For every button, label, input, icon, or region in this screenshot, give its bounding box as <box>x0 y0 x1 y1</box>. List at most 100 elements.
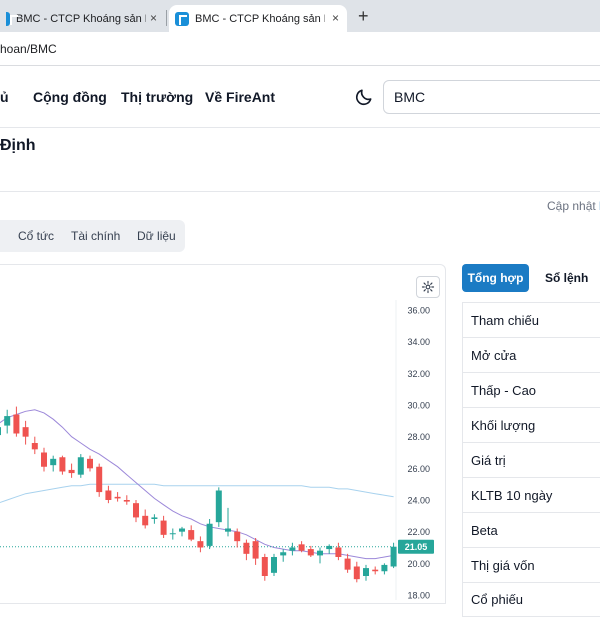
candle-body <box>114 496 121 499</box>
address-bar[interactable]: hoan/BMC <box>0 32 600 66</box>
updated-text: Cập nhật <box>547 199 596 213</box>
candle-body <box>50 458 57 466</box>
nav-item-community[interactable]: Cộng đồng <box>33 89 107 105</box>
gear-icon <box>421 280 435 294</box>
browser-tab-1[interactable]: BMC - CTCP Khoáng sản Bình Đ × <box>0 5 165 32</box>
y-tick-label: 34.00 <box>407 337 430 347</box>
candle-body <box>179 528 185 532</box>
divider <box>0 191 600 192</box>
candle-body <box>151 517 158 519</box>
stat-row-open: Mở cửa <box>462 337 600 372</box>
nav-item-home[interactable]: ủ <box>0 89 9 105</box>
y-tick-label: 24.00 <box>407 496 430 506</box>
candle-body <box>188 530 195 540</box>
y-tick-label: 26.00 <box>407 464 430 474</box>
stat-row-value: Giá trị <box>462 442 600 477</box>
candle-body <box>142 515 149 526</box>
browser-tab-2[interactable]: BMC - CTCP Khoáng sản Bình Đ × <box>169 5 347 32</box>
stat-row-reference: Tham chiếu <box>462 302 600 337</box>
y-tick-label: 18.00 <box>407 591 430 601</box>
search-box[interactable] <box>383 80 600 114</box>
candle-body <box>353 566 360 580</box>
candle-body <box>22 427 29 437</box>
updated-label: Cập nhật l <box>547 199 600 213</box>
candle-body <box>372 569 379 572</box>
subtabs-bar: Cổ tức Tài chính Dữ liệu <box>0 220 185 252</box>
y-tick-label: 20.00 <box>407 559 430 569</box>
stat-row-avg-volume: KLTB 10 ngày <box>462 477 600 512</box>
candle-body <box>96 466 103 493</box>
current-price-label: 21.05 <box>405 542 428 552</box>
y-tick-label: 22.00 <box>407 527 430 537</box>
price-chart[interactable]: 36.00 34.00 32.00 30.00 28.00 26.00 24.00 22.00… <box>0 300 446 600</box>
stat-row-volume: Khối lượng <box>462 407 600 442</box>
candle-body <box>0 427 1 436</box>
stat-row-market-cap: Thị giá vốn <box>462 547 600 582</box>
candle-body <box>215 490 222 523</box>
candle-body <box>344 558 351 570</box>
close-tab-icon[interactable]: × <box>332 11 339 25</box>
y-tick-label: 32.00 <box>407 369 430 379</box>
browser-tab-title: BMC - CTCP Khoáng sản Bình Đ <box>195 12 325 25</box>
stat-row-low-high: Thấp - Cao <box>462 372 600 407</box>
candle-body <box>289 547 296 551</box>
tab-separator <box>166 10 167 26</box>
candle-body <box>160 520 167 535</box>
summary-list: Tham chiếu Mở cửa Thấp - Cao Khối lượng … <box>462 302 600 617</box>
candle-body <box>298 544 305 551</box>
candle-body <box>133 503 139 518</box>
tab-summary[interactable]: Tổng hợp <box>462 264 529 292</box>
y-tick-label: 36.00 <box>407 306 430 316</box>
candle-body <box>307 549 314 556</box>
site-nav: ủ Cộng đồng Thị trường Về FireAnt <box>0 66 600 128</box>
nav-item-about[interactable]: Về FireAnt <box>205 89 275 105</box>
search-input[interactable] <box>394 89 594 105</box>
tab-order-book[interactable]: Sổ lệnh <box>545 271 588 285</box>
tab-dividends[interactable]: Cổ tức <box>18 229 54 243</box>
browser-tab-bar: BMC - CTCP Khoáng sản Bình Đ × BMC - CTC… <box>0 0 600 32</box>
nav-item-market[interactable]: Thị trường <box>121 89 193 105</box>
candle-body <box>68 469 75 474</box>
url-text[interactable]: hoan/BMC <box>0 42 57 56</box>
tab-data[interactable]: Dữ liệu <box>137 229 176 243</box>
candle-body <box>243 542 250 554</box>
site-favicon-icon <box>175 11 189 26</box>
candle-body <box>234 531 241 542</box>
candle-body <box>31 443 38 450</box>
candle-body <box>87 458 93 469</box>
candle-body <box>123 500 130 502</box>
close-tab-icon[interactable]: × <box>150 11 157 25</box>
new-tab-plus-icon[interactable]: + <box>358 6 369 27</box>
site-favicon-icon <box>6 11 18 26</box>
chart-settings-button[interactable] <box>416 276 440 298</box>
candle-body <box>363 568 369 576</box>
stat-row-beta: Beta <box>462 512 600 547</box>
candle-body <box>326 545 333 550</box>
candle-body <box>280 552 287 556</box>
candle-body <box>261 557 268 576</box>
ma-long-line <box>0 483 394 504</box>
candle-body <box>381 564 388 572</box>
tab-financials[interactable]: Tài chính <box>71 229 120 243</box>
candle-body <box>169 533 176 535</box>
candle-body <box>197 541 204 548</box>
candle-body <box>225 528 231 532</box>
candle-body <box>206 523 213 546</box>
candle-body <box>271 557 277 573</box>
candle-body <box>4 416 11 426</box>
company-name: Định <box>0 137 36 154</box>
candle-body <box>335 547 342 557</box>
candle-body <box>41 452 47 467</box>
candle-body <box>105 490 112 500</box>
ma-short-line <box>0 409 394 560</box>
browser-tab-title: BMC - CTCP Khoáng sản Bình Đ <box>16 12 146 25</box>
candle-body <box>13 414 20 434</box>
candle-body <box>59 457 66 472</box>
candle-body <box>77 457 84 475</box>
y-tick-label: 30.00 <box>407 401 430 411</box>
y-tick-label: 28.00 <box>407 432 430 442</box>
candle-body <box>390 546 397 567</box>
candle-body <box>252 541 259 559</box>
moon-icon[interactable] <box>354 87 374 107</box>
candle-body <box>317 550 323 556</box>
